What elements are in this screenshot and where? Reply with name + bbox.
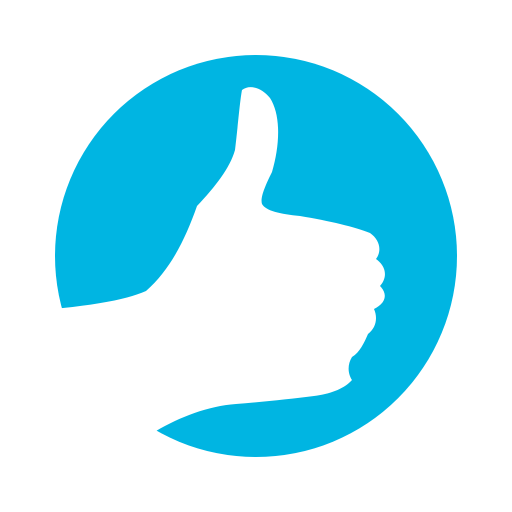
app-icon[interactable]	[0, 0, 512, 512]
thumbs-up-logo	[40, 55, 457, 501]
